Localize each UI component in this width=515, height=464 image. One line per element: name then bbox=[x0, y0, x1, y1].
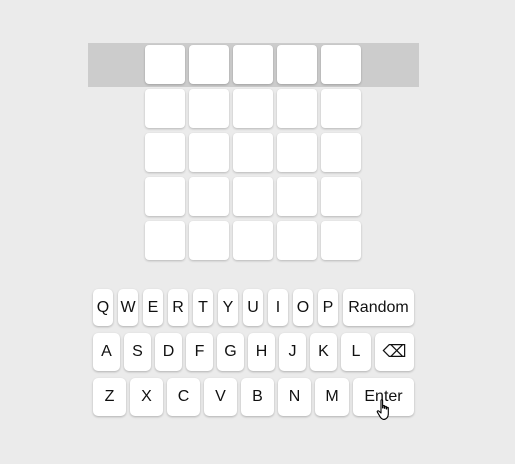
key-k[interactable]: K bbox=[310, 333, 337, 371]
key-u[interactable]: U bbox=[243, 289, 263, 326]
tile bbox=[189, 45, 229, 84]
key-w[interactable]: W bbox=[118, 289, 138, 326]
tile bbox=[145, 45, 185, 84]
tile bbox=[277, 177, 317, 216]
key-e[interactable]: E bbox=[143, 289, 163, 326]
key-x[interactable]: X bbox=[130, 378, 163, 416]
backspace-icon: ⌫ bbox=[382, 342, 407, 361]
key-v[interactable]: V bbox=[204, 378, 237, 416]
key-a[interactable]: A bbox=[93, 333, 120, 371]
tile bbox=[277, 221, 317, 260]
backspace-button[interactable]: ⌫ bbox=[375, 333, 414, 371]
key-g[interactable]: G bbox=[217, 333, 244, 371]
key-f[interactable]: F bbox=[186, 333, 213, 371]
key-b[interactable]: B bbox=[241, 378, 274, 416]
game-screen: Q W E R T Y U I O P Random A S D F G H J… bbox=[0, 0, 515, 464]
tile bbox=[277, 45, 317, 84]
key-d[interactable]: D bbox=[155, 333, 182, 371]
key-n[interactable]: N bbox=[278, 378, 311, 416]
key-s[interactable]: S bbox=[124, 333, 151, 371]
tile bbox=[277, 133, 317, 172]
tile bbox=[145, 177, 185, 216]
tile bbox=[321, 45, 361, 84]
tile bbox=[145, 133, 185, 172]
key-j[interactable]: J bbox=[279, 333, 306, 371]
tile bbox=[189, 221, 229, 260]
tile bbox=[189, 177, 229, 216]
tile bbox=[189, 89, 229, 128]
tile bbox=[145, 221, 185, 260]
tile bbox=[321, 133, 361, 172]
tile bbox=[233, 221, 273, 260]
tile bbox=[233, 45, 273, 84]
key-h[interactable]: H bbox=[248, 333, 275, 371]
tile bbox=[277, 89, 317, 128]
tile bbox=[233, 89, 273, 128]
hand-pointer-icon bbox=[376, 399, 389, 421]
tile bbox=[321, 221, 361, 260]
key-r[interactable]: R bbox=[168, 289, 188, 326]
key-i[interactable]: I bbox=[268, 289, 288, 326]
random-button[interactable]: Random bbox=[343, 289, 414, 326]
tile bbox=[145, 89, 185, 128]
key-c[interactable]: C bbox=[167, 378, 200, 416]
tile bbox=[233, 133, 273, 172]
tile bbox=[321, 89, 361, 128]
key-p[interactable]: P bbox=[318, 289, 338, 326]
tile bbox=[233, 177, 273, 216]
key-m[interactable]: M bbox=[315, 378, 349, 416]
key-l[interactable]: L bbox=[341, 333, 371, 371]
key-z[interactable]: Z bbox=[93, 378, 126, 416]
key-o[interactable]: O bbox=[293, 289, 313, 326]
key-q[interactable]: Q bbox=[93, 289, 113, 326]
tile bbox=[321, 177, 361, 216]
tile bbox=[189, 133, 229, 172]
key-t[interactable]: T bbox=[193, 289, 213, 326]
key-y[interactable]: Y bbox=[218, 289, 238, 326]
